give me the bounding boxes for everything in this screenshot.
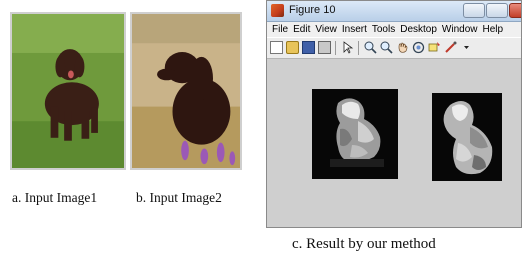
zoom-out-icon[interactable] xyxy=(380,41,393,54)
arrow-cursor-icon[interactable] xyxy=(341,41,354,54)
title-bar[interactable]: Figure 10 xyxy=(267,1,521,22)
caption-input-image-2: b. Input Image2 xyxy=(136,190,222,205)
figure-app-icon xyxy=(271,4,284,17)
figure-window: Figure 10 File Edit View Insert Tools Desktop… xyxy=(266,0,522,228)
input-image-1 xyxy=(10,12,126,170)
dog-photo-2 xyxy=(132,14,240,168)
toolbar-separator xyxy=(335,41,336,55)
new-file-icon[interactable] xyxy=(270,41,283,54)
print-icon[interactable] xyxy=(318,41,331,54)
toolbar xyxy=(267,37,521,59)
pan-hand-icon[interactable] xyxy=(396,41,409,54)
zoom-in-icon[interactable] xyxy=(364,41,377,54)
segmentation-map-1 xyxy=(312,89,398,179)
menu-tools[interactable]: Tools xyxy=(372,22,395,37)
toolbar-separator xyxy=(358,41,359,55)
dog-photo-1 xyxy=(12,14,124,168)
result-segmentation-1 xyxy=(312,89,398,179)
minimize-button[interactable] xyxy=(463,3,485,18)
input-image-2 xyxy=(130,12,242,170)
caption-input-image-1: a. Input Image1 xyxy=(12,190,98,205)
menu-file[interactable]: File xyxy=(272,22,288,37)
result-segmentation-2 xyxy=(432,93,502,181)
window-title: Figure 10 xyxy=(289,4,336,16)
rotate-3d-icon[interactable] xyxy=(412,41,425,54)
menu-edit[interactable]: Edit xyxy=(293,22,310,37)
data-cursor-icon[interactable] xyxy=(428,41,441,54)
chevron-down-icon[interactable] xyxy=(460,41,473,54)
menu-help[interactable]: Help xyxy=(483,22,504,37)
menu-window[interactable]: Window xyxy=(442,22,478,37)
close-button[interactable] xyxy=(509,3,521,18)
maximize-button[interactable] xyxy=(486,3,508,18)
figure-canvas xyxy=(267,59,521,227)
save-icon[interactable] xyxy=(302,41,315,54)
brush-icon[interactable] xyxy=(444,41,457,54)
menu-desktop[interactable]: Desktop xyxy=(400,22,437,37)
menu-insert[interactable]: Insert xyxy=(342,22,367,37)
open-folder-icon[interactable] xyxy=(286,41,299,54)
menu-view[interactable]: View xyxy=(315,22,337,37)
menu-bar: File Edit View Insert Tools Desktop Window Help xyxy=(267,22,521,37)
caption-result: c. Result by our method xyxy=(292,236,436,252)
segmentation-map-2 xyxy=(432,93,502,181)
